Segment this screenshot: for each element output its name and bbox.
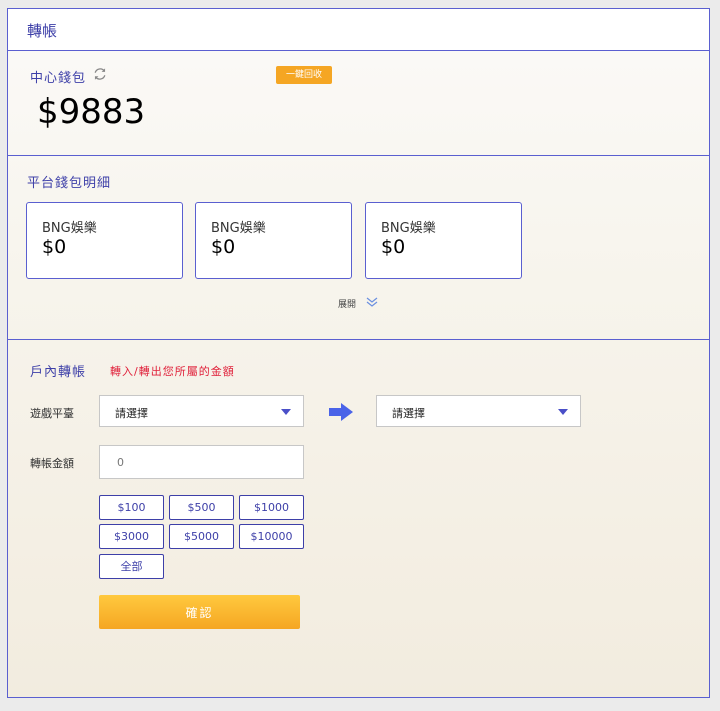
platform-balance: $0 [381,236,406,258]
central-wallet-section: 中心錢包 一鍵回收 $9883 [8,50,709,156]
to-platform-select[interactable]: 請選擇 [376,395,581,427]
platform-wallet-card: BNG娛樂 $0 [195,202,352,279]
refresh-icon[interactable] [93,67,107,81]
caret-down-icon [281,409,291,415]
quick-amount-all[interactable]: 全部 [99,554,164,579]
central-wallet-balance: $9883 [37,92,146,132]
chevron-double-down-icon[interactable] [366,296,378,308]
platform-name: BNG娛樂 [211,221,266,236]
platform-wallet-card: BNG娛樂 $0 [365,202,522,279]
confirm-button[interactable]: 確認 [99,595,300,629]
transfer-amount-label: 轉帳金額 [30,457,74,470]
arrow-right-icon [329,403,353,421]
quick-amount-5000[interactable]: $5000 [169,524,234,549]
transfer-panel: 轉帳 中心錢包 一鍵回收 $9883 平台錢包明細 BNG娛樂 $0 BNG娛樂… [7,8,710,698]
platform-wallet-card: BNG娛樂 $0 [26,202,183,279]
from-platform-value: 請選擇 [115,407,148,420]
central-wallet-label: 中心錢包 [30,71,87,86]
quick-amount-500[interactable]: $500 [169,495,234,520]
caret-down-icon [558,409,568,415]
platform-wallet-section: 平台錢包明細 BNG娛樂 $0 BNG娛樂 $0 BNG娛樂 $0 展開 [8,156,709,340]
quick-amount-10000[interactable]: $10000 [239,524,304,549]
title-bar: 轉帳 [8,9,709,51]
one-click-reclaim-button[interactable]: 一鍵回收 [276,66,332,84]
transfer-amount-input[interactable] [99,445,304,479]
internal-transfer-note: 轉入/轉出您所屬的金額 [110,365,235,378]
from-platform-select[interactable]: 請選擇 [99,395,304,427]
platform-name: BNG娛樂 [42,221,97,236]
game-platform-label: 遊戲平臺 [30,407,74,420]
quick-amount-1000[interactable]: $1000 [239,495,304,520]
quick-amount-100[interactable]: $100 [99,495,164,520]
platform-name: BNG娛樂 [381,221,436,236]
platform-balance: $0 [211,236,236,258]
to-platform-value: 請選擇 [392,407,425,420]
platform-wallet-title: 平台錢包明細 [27,176,112,191]
expand-link[interactable]: 展開 [338,297,356,310]
page-title: 轉帳 [27,22,58,40]
platform-balance: $0 [42,236,67,258]
internal-transfer-title: 戶內轉帳 [30,365,87,380]
quick-amount-3000[interactable]: $3000 [99,524,164,549]
